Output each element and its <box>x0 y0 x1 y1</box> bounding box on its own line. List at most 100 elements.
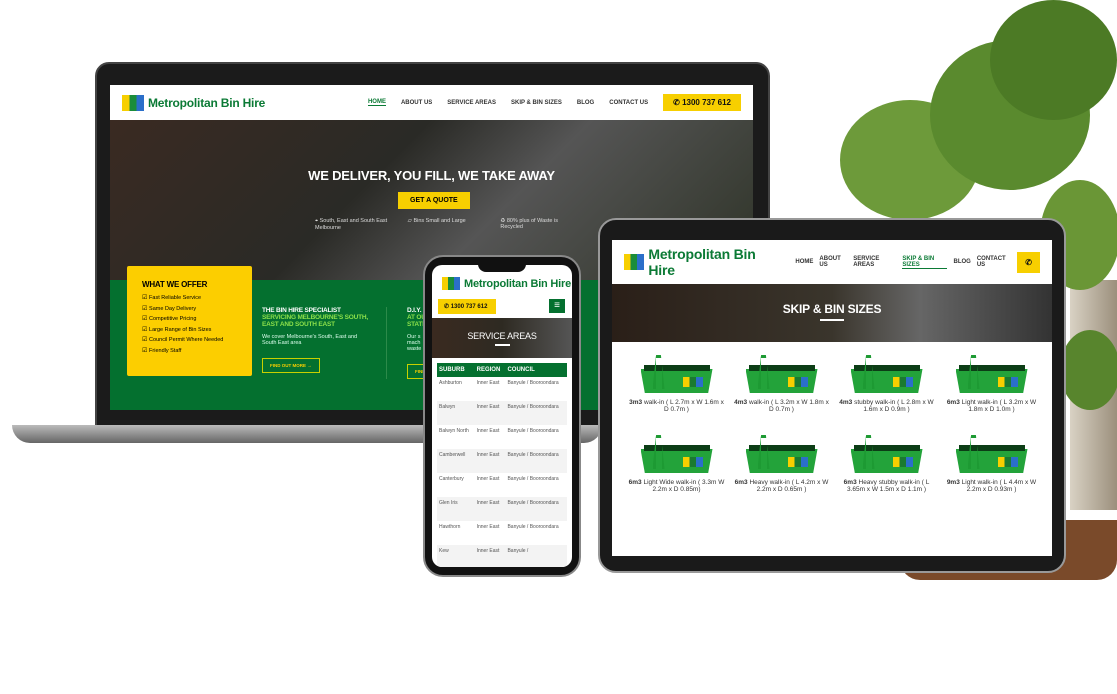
hero-title: WE DELIVER, YOU FILL, WE TAKE AWAY <box>308 168 555 183</box>
table-cell: Inner East <box>474 401 506 425</box>
column-header: SUBURB <box>437 363 475 377</box>
phone-icon: ✆ <box>1025 257 1032 267</box>
what-we-offer-card: WHAT WE OFFER Fast Reliable Service Same… <box>127 266 252 376</box>
phone-button[interactable]: ✆ <box>1017 251 1040 273</box>
page-banner: SKIP & BIN SIZES <box>612 284 1052 342</box>
skip-item[interactable]: 9m3 Light walk-in ( L 4.4m x W 2.2m x D … <box>939 435 1044 493</box>
feature-recycle: ♻ 80% plus of Waste is Recycled <box>500 218 558 230</box>
column-header: COUNCIL <box>505 363 567 377</box>
nav-blog[interactable]: BLOG <box>577 100 594 106</box>
nav-skip-bin-sizes[interactable]: SKIP & BIN SIZES <box>902 256 948 269</box>
table-cell: Camberwell <box>437 449 475 473</box>
skip-item[interactable]: 4m3 stubby walk-in ( L 2.8m x W 1.6m x D… <box>834 355 939 413</box>
skip-item[interactable]: 6m3 Light walk-in ( L 3.2m x W 1.8m x D … <box>939 355 1044 413</box>
site-logo[interactable]: Metropolitan Bin Hire <box>122 94 265 111</box>
table-cell: Inner East <box>476 524 500 530</box>
phone-icon: ✆ <box>673 98 683 107</box>
site-header: Metropolitan Bin Hire HOME ABOUT US SERV… <box>110 85 753 120</box>
skip-bin-image <box>955 355 1028 393</box>
table-cell: Banyule / Booroondara <box>507 380 559 386</box>
nav-contact-us[interactable]: CONTACT US <box>609 100 648 106</box>
specialist-block: THE BIN HIRE SPECIALIST SERVICING MELBOU… <box>262 307 372 373</box>
table-cell: Ashburton <box>439 380 462 386</box>
skip-bin-image <box>640 435 713 473</box>
nav-blog[interactable]: BLOG <box>953 259 970 265</box>
table-cell: Banyule / Booroondara <box>505 449 567 473</box>
nav-skip-bin-sizes[interactable]: SKIP & BIN SIZES <box>511 100 562 106</box>
skip-bin-image <box>745 435 818 473</box>
table-row: Ashburton Inner East Banyule / Booroondara <box>437 377 567 401</box>
skip-item[interactable]: 6m3 Heavy walk-in ( L 4.2m x W 2.2m x D … <box>729 435 834 493</box>
tablet-header: Metropolitan Bin Hire HOME ABOUT US SERV… <box>612 240 1052 284</box>
table-cell: Inner East <box>476 476 500 482</box>
feature-location: ⌖ South, East and South East Melbourne <box>315 218 388 231</box>
page-banner: SERVICE AREAS <box>432 318 572 358</box>
skip-bin-image <box>745 355 818 393</box>
table-row: Glen Iris Inner East Banyule / Booroondara <box>437 497 567 521</box>
table-cell: Inner East <box>474 545 506 567</box>
get-quote-button[interactable]: GET A QUOTE <box>398 192 470 209</box>
logo-icon <box>122 94 144 111</box>
table-cell: Balwyn <box>437 401 475 425</box>
phone-notch <box>478 262 526 272</box>
nav-service-areas[interactable]: SERVICE AREAS <box>447 100 496 106</box>
offer-item: Fast Reliable Service <box>142 294 237 301</box>
table-row: Balwyn North Inner East Banyule / Booroond… <box>437 425 567 449</box>
offer-item: Friendly Staff <box>142 347 237 354</box>
table-cell: Banyule / Booroondara <box>507 428 559 434</box>
nav-about-us[interactable]: ABOUT US <box>401 100 432 106</box>
nav-home[interactable]: HOME <box>795 259 813 265</box>
page-title: SERVICE AREAS <box>467 331 537 341</box>
table-cell: Balwyn North <box>439 428 469 434</box>
service-areas-table: SUBURB REGION COUNCIL Ashburton Inner Eas… <box>437 363 567 567</box>
skip-item[interactable]: 3m3 walk-in ( L 2.7m x W 1.6m x D 0.7m ) <box>624 355 729 413</box>
table-cell: Banyule / <box>505 545 567 567</box>
logo-icon <box>442 277 460 290</box>
offer-item: Large Range of Bin Sizes <box>142 326 237 333</box>
table-cell: Inner East <box>476 380 500 386</box>
table-row: Kew Inner East Banyule / <box>437 545 567 567</box>
skip-bin-image <box>850 435 923 473</box>
table-row: Canterbury Inner East Banyule / Booroondar… <box>437 473 567 497</box>
column-header: REGION <box>474 363 506 377</box>
nav-home[interactable]: HOME <box>367 99 386 106</box>
table-row: Balwyn Inner East Banyule / Booroondara <box>437 401 567 425</box>
find-out-more-button[interactable]: FIND OUT MORE → <box>262 358 320 373</box>
table-cell: Canterbury <box>439 476 464 482</box>
nav-service-areas[interactable]: SERVICE AREAS <box>853 256 896 268</box>
skip-bin-image <box>640 355 713 393</box>
table-cell: Hawthorn <box>439 524 461 530</box>
skip-grid: 3m3 walk-in ( L 2.7m x W 1.6m x D 0.7m )… <box>624 355 1044 493</box>
feature-bins: ▱ Bins Small and Large <box>407 218 466 224</box>
page-title: SKIP & BIN SIZES <box>782 302 882 316</box>
table-row: Hawthorn Inner East Banyule / Booroondara <box>437 521 567 545</box>
skip-item[interactable]: 4m3 walk-in ( L 3.2m x W 1.8m x D 0.7m ) <box>729 355 834 413</box>
table-cell: Banyule / Booroondara <box>505 497 567 521</box>
table-cell: Banyule / Booroondara <box>507 524 559 530</box>
skip-item[interactable]: 6m3 Light Wide walk-in ( 3.3m W 2.2m x D… <box>624 435 729 493</box>
table-cell: Inner East <box>476 428 500 434</box>
table-cell: Kew <box>437 545 475 567</box>
site-logo[interactable]: Metropolitan Bin Hire <box>624 246 775 278</box>
phone-button[interactable]: ✆ 1300 737 612 <box>663 94 741 111</box>
offer-title: WHAT WE OFFER <box>142 280 208 289</box>
phone-button[interactable]: ✆ 1300 737 612 <box>438 299 496 314</box>
offer-item: Competitive Pricing <box>142 315 237 322</box>
nav-about-us[interactable]: ABOUT US <box>819 256 847 268</box>
offer-item: Council Permit Where Needed <box>142 336 237 343</box>
phone-icon: ✆ <box>444 304 451 310</box>
table-cell: Banyule / Booroondara <box>507 476 559 482</box>
skip-bin-image <box>955 435 1028 473</box>
site-logo[interactable]: Metropolitan Bin Hire <box>442 277 571 290</box>
phone-screen: Metropolitan Bin Hire ✆ 1300 737 612 ≡ S… <box>432 265 572 567</box>
offer-item: Same Day Delivery <box>142 305 237 312</box>
table-cell: Banyule / Booroondara <box>505 401 567 425</box>
logo-icon <box>624 254 645 270</box>
skip-bin-image <box>850 355 923 393</box>
table-row: Camberwell Inner East Banyule / Booroondar… <box>437 449 567 473</box>
nav-contact-us[interactable]: CONTACT US <box>977 256 1011 268</box>
menu-icon[interactable]: ≡ <box>549 299 565 313</box>
skip-item[interactable]: 6m3 Heavy stubby walk-in ( L 3.65m x W 1… <box>834 435 939 493</box>
table-cell: Inner East <box>474 449 506 473</box>
tablet-screen: Metropolitan Bin Hire HOME ABOUT US SERV… <box>612 240 1052 556</box>
